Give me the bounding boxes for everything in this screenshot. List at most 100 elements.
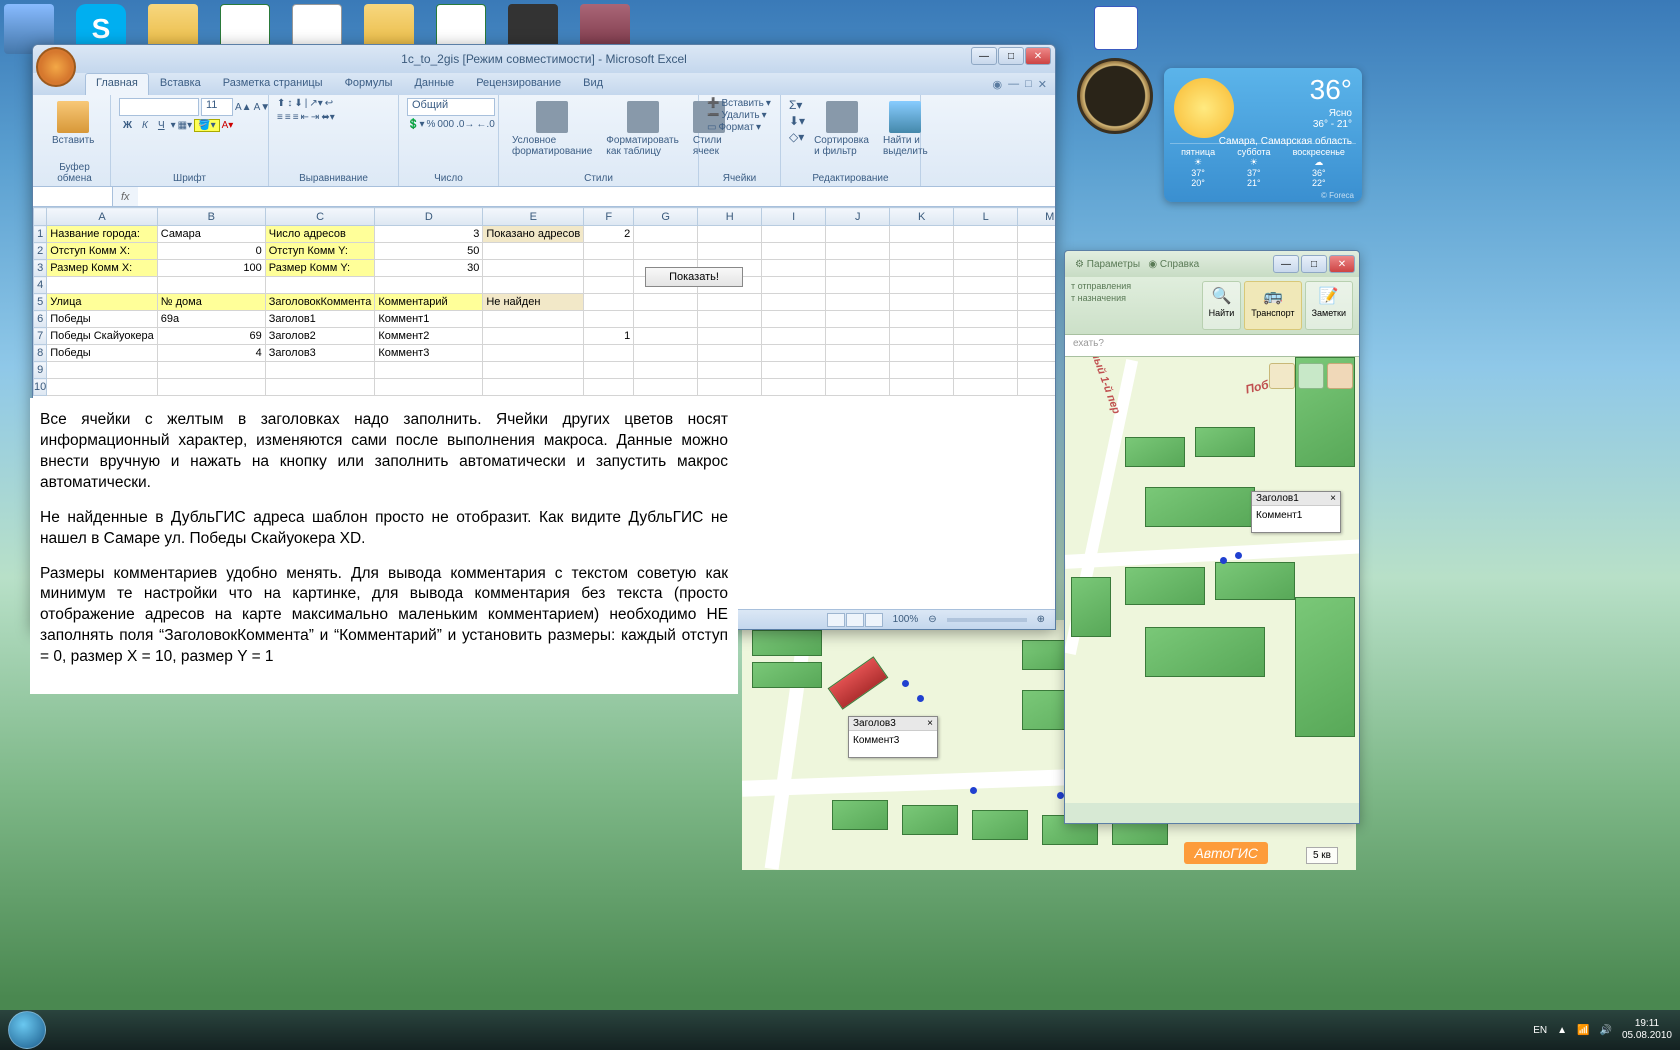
map-callout-3[interactable]: Заголов3× Коммент3 — [848, 716, 938, 758]
compass-icon[interactable] — [1298, 363, 1324, 389]
tab-formulas[interactable]: Формулы — [334, 73, 404, 95]
tab-view[interactable]: Вид — [572, 73, 614, 95]
gis-max-button[interactable]: □ — [1301, 255, 1327, 273]
grow-font-icon[interactable]: A▲ — [235, 102, 252, 113]
excel-titlebar[interactable]: 1c_to_2gis [Режим совместимости] - Micro… — [33, 45, 1055, 73]
border-icon[interactable]: ▦▾ — [178, 120, 192, 131]
formula-bar: fx — [33, 187, 1055, 207]
currency-icon[interactable]: 💲▾ — [407, 119, 424, 130]
comma-icon[interactable]: 000 — [437, 119, 454, 130]
tab-insert[interactable]: Вставка — [149, 73, 212, 95]
font-select[interactable] — [119, 98, 199, 116]
inc-dec-icon[interactable]: .0→ — [456, 119, 474, 130]
system-tray: EN ▲ 📶 🔊 19:11 05.08.2010 — [1533, 1018, 1672, 1042]
tray-clock[interactable]: 19:11 05.08.2010 — [1622, 1018, 1672, 1042]
weather-forecast: пятница☀37°20° суббота☀37°21° воскресень… — [1170, 143, 1356, 188]
maximize-button[interactable]: □ — [998, 47, 1024, 65]
autogis-badge: АвтоГИС — [1184, 842, 1268, 864]
zoom-in-button[interactable]: ⊕ — [1037, 614, 1045, 625]
tray-network-icon[interactable]: 📶 — [1577, 1025, 1589, 1036]
format-button[interactable]: ▭Формат▾ — [707, 122, 761, 133]
gis-window: ⚙ Параметры ◉ Справка — □ ✕ т отправлени… — [1064, 250, 1360, 824]
format-table-button[interactable]: Форматировать как таблицу — [601, 98, 684, 160]
align-right-icon[interactable]: ≡ — [293, 112, 299, 123]
weather-credit: © Foreca — [1321, 191, 1354, 200]
fill-icon[interactable]: 🪣▾ — [194, 119, 219, 132]
gis-toolbar: т отправления т назначения 🔍Найти 🚌Транс… — [1065, 277, 1359, 335]
office-button[interactable] — [36, 47, 76, 87]
normal-view-button[interactable] — [827, 613, 845, 627]
italic-button[interactable]: К — [138, 120, 152, 131]
sort-filter-button[interactable]: Сортировка и фильтр — [809, 98, 874, 160]
gis-find-tab[interactable]: 🔍Найти — [1202, 281, 1242, 330]
clear-icon[interactable]: ◇▾ — [789, 130, 805, 144]
align-mid-icon[interactable]: ↕ — [287, 98, 292, 109]
gis-notes-tab[interactable]: 📝Заметки — [1305, 281, 1353, 330]
map-callout-1[interactable]: Заголов1× Коммент1 — [1251, 491, 1341, 533]
numfmt-select[interactable]: Общий — [407, 98, 495, 116]
map-scale: 5 кв — [1306, 847, 1338, 864]
pagebreak-view-button[interactable] — [865, 613, 883, 627]
autosum-icon[interactable]: Σ▾ — [789, 98, 805, 112]
start-button[interactable] — [8, 1011, 46, 1049]
paste-button[interactable]: Вставить — [47, 98, 99, 149]
bold-button[interactable]: Ж — [119, 120, 136, 131]
gis-titlebar[interactable]: ⚙ Параметры ◉ Справка — □ ✕ — [1065, 251, 1359, 277]
indent-inc-icon[interactable]: ⇥ — [311, 112, 319, 123]
3d-icon[interactable] — [1327, 363, 1353, 389]
clock-gadget[interactable] — [1077, 58, 1162, 168]
orient-icon[interactable]: ↗▾ — [309, 98, 322, 109]
gis-min-button[interactable]: — — [1273, 255, 1299, 273]
help-icon[interactable]: ◉ — [993, 78, 1003, 91]
fill-down-icon[interactable]: ⬇▾ — [789, 114, 805, 128]
insert-button[interactable]: ➕Вставить▾ — [707, 98, 771, 109]
wrap-icon[interactable]: ↩ — [325, 98, 333, 109]
find-select-button[interactable]: Найти и выделить — [878, 98, 933, 160]
gis-search-input[interactable]: ехать? — [1065, 335, 1359, 357]
percent-icon[interactable]: % — [426, 119, 435, 130]
layout-view-button[interactable] — [846, 613, 864, 627]
indent-dec-icon[interactable]: ⇤ — [301, 112, 309, 123]
fx-icon[interactable]: fx — [113, 191, 138, 203]
shrink-font-icon[interactable]: A▼ — [254, 102, 271, 113]
fontcolor-icon[interactable]: A▾ — [222, 120, 234, 131]
doc-close-icon[interactable]: ✕ — [1038, 78, 1047, 91]
article-text: Все ячейки с желтым в заголовках надо за… — [30, 398, 738, 694]
underline-button[interactable]: Ч — [154, 120, 169, 131]
merge-icon[interactable]: ⬌▾ — [321, 112, 334, 123]
align-left-icon[interactable]: ≡ — [277, 112, 283, 123]
cond-format-button[interactable]: Условное форматирование — [507, 98, 597, 160]
minimize-button[interactable]: — — [971, 47, 997, 65]
lang-indicator[interactable]: EN — [1533, 1025, 1547, 1036]
close-icon[interactable]: × — [1330, 493, 1336, 504]
gis-map[interactable]: ный 1-й пер Победы Заголов1× Коммент1 — [1065, 357, 1359, 803]
doc-min-icon[interactable]: — — [1008, 78, 1019, 90]
dec-dec-icon[interactable]: ←.0 — [476, 119, 494, 130]
tab-data[interactable]: Данные — [403, 73, 465, 95]
gis-transport-tab[interactable]: 🚌Транспорт — [1244, 281, 1301, 330]
word-icon[interactable] — [1094, 6, 1138, 50]
weather-gadget[interactable]: 36° Ясно 36° - 21° Самара, Самарская обл… — [1164, 68, 1362, 202]
align-center-icon[interactable]: ≡ — [285, 112, 291, 123]
close-icon[interactable]: × — [927, 718, 933, 729]
align-top-icon[interactable]: ⬆ — [277, 98, 285, 109]
delete-button[interactable]: ➖Удалить▾ — [707, 110, 767, 121]
close-button[interactable]: ✕ — [1025, 47, 1051, 65]
tab-layout[interactable]: Разметка страницы — [212, 73, 334, 95]
tray-volume-icon[interactable]: 🔊 — [1599, 1025, 1611, 1036]
align-bot-icon[interactable]: ⬇ — [294, 98, 302, 109]
zoom-out-button[interactable]: ⊖ — [928, 614, 936, 625]
fontsize-select[interactable]: 11 — [201, 98, 233, 116]
tab-home[interactable]: Главная — [85, 73, 149, 95]
show-button[interactable]: Показать! — [645, 267, 743, 287]
zoom-slider[interactable] — [947, 618, 1027, 622]
weather-cond: Ясно 36° - 21° — [1313, 108, 1352, 130]
doc-restore-icon[interactable]: □ — [1025, 78, 1032, 90]
tab-review[interactable]: Рецензирование — [465, 73, 572, 95]
formula-input[interactable] — [138, 187, 1055, 206]
gis-close-button[interactable]: ✕ — [1329, 255, 1355, 273]
ruler-icon[interactable] — [1269, 363, 1295, 389]
name-box[interactable] — [33, 187, 113, 206]
zoom-level[interactable]: 100% — [893, 614, 919, 625]
tray-flag-icon[interactable]: ▲ — [1557, 1025, 1567, 1036]
